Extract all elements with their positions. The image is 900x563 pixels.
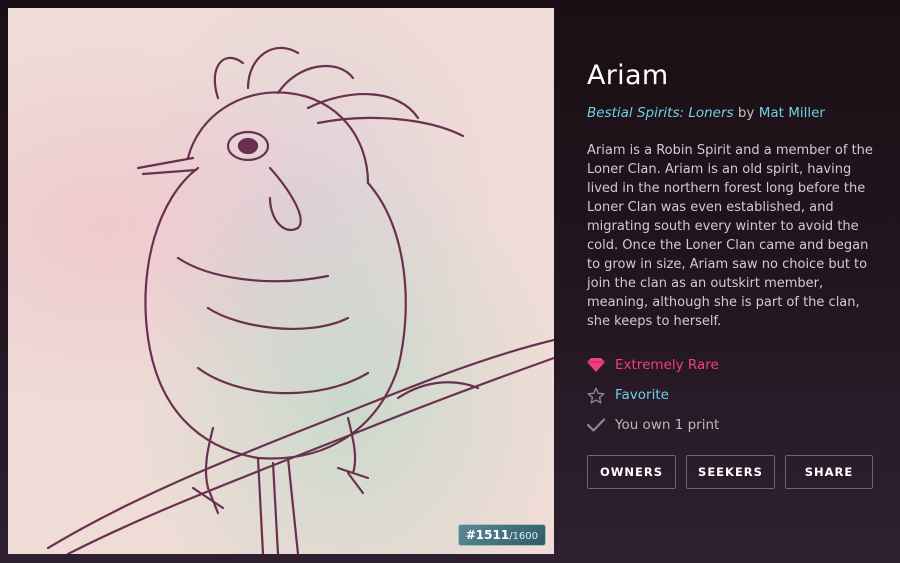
seekers-button[interactable]: SEEKERS [686, 455, 775, 489]
card-description: Ariam is a Robin Spirit and a member of … [587, 143, 873, 329]
print-number-badge: #1511/1600 [457, 524, 546, 546]
series-link[interactable]: Bestial Spirits: Loners [587, 105, 734, 121]
card-artwork[interactable]: #1511/1600 [8, 8, 554, 554]
star-outline-icon [587, 386, 615, 404]
ownership-label: You own 1 print [615, 417, 720, 433]
gem-icon [587, 358, 615, 372]
card-subtitle: Bestial Spirits: Loners by Mat Miller [587, 105, 877, 121]
print-number: #1511 [465, 528, 510, 542]
owners-button[interactable]: OWNERS [587, 455, 676, 489]
rarity-status: Extremely Rare [587, 350, 877, 380]
ownership-status: You own 1 print [587, 410, 877, 440]
action-buttons: OWNERS SEEKERS SHARE [587, 455, 877, 489]
robin-illustration [46, 46, 554, 554]
card-title: Ariam [587, 60, 669, 91]
card-info-panel: Ariam Bestial Spirits: Loners by Mat Mil… [587, 60, 877, 489]
favorite-toggle[interactable]: Favorite [587, 380, 877, 410]
print-total: 1600 [512, 531, 538, 542]
artist-link[interactable]: Mat Miller [759, 105, 825, 121]
share-button[interactable]: SHARE [785, 455, 873, 489]
favorite-label[interactable]: Favorite [615, 387, 669, 403]
rarity-label: Extremely Rare [615, 357, 719, 373]
by-text: by [733, 105, 759, 121]
checkmark-icon [587, 418, 615, 432]
